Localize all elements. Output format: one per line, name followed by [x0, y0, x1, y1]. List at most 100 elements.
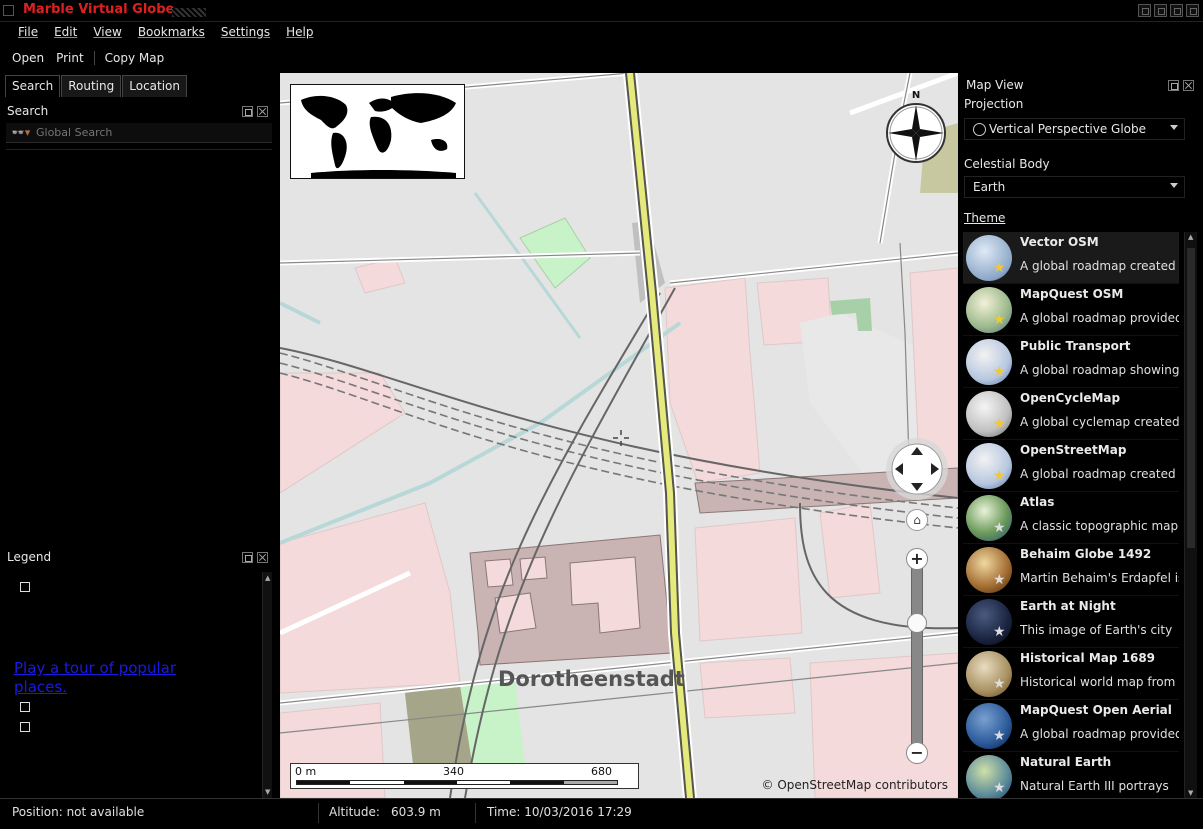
left-dock: Search Routing Location Search 👓▾ Legend… [0, 72, 278, 798]
zoom-in-button[interactable]: + [906, 548, 928, 570]
theme-name: Public Transport [1020, 339, 1131, 353]
theme-item[interactable]: ★ Historical Map 1689 Historical world map… [963, 648, 1179, 700]
open-button[interactable]: Open [6, 49, 50, 67]
zoom-out-button[interactable]: − [906, 742, 928, 764]
projection-value: Vertical Perspective Globe [989, 122, 1147, 136]
theme-item[interactable]: ★ OpenStreetMap A global roadmap created [963, 440, 1179, 492]
legend-checkbox[interactable] [20, 582, 30, 592]
restore-button[interactable] [1170, 4, 1183, 17]
map-view-dock: Map View Projection Vertical Perspective… [958, 72, 1203, 798]
tour-link[interactable]: Play a tour of popular places. [14, 659, 214, 697]
theme-description: A global roadmap provided [1020, 727, 1179, 741]
map-view-float-icon[interactable] [1168, 80, 1179, 91]
theme-label: Theme [964, 211, 1006, 225]
legend-float-icon[interactable] [242, 552, 253, 563]
search-input[interactable] [34, 124, 264, 141]
search-field[interactable]: 👓▾ [6, 123, 272, 143]
theme-item[interactable]: ★ Atlas A classic topographic map. [963, 492, 1179, 544]
theme-name: MapQuest Open Aerial [1020, 703, 1172, 717]
star-icon: ★ [993, 520, 1006, 536]
theme-description: Natural Earth III portrays [1020, 779, 1169, 793]
theme-name: MapQuest OSM [1020, 287, 1124, 301]
zoom-slider-track[interactable] [911, 568, 923, 748]
theme-scrollbar[interactable]: ▲ ▼ [1184, 232, 1197, 798]
menu-settings[interactable]: Settings [213, 22, 278, 46]
theme-name: Behaim Globe 1492 [1020, 547, 1152, 561]
home-button[interactable]: ⌂ [906, 509, 928, 531]
theme-description: This image of Earth's city [1020, 623, 1173, 637]
theme-item[interactable]: ★ Earth at Night This image of Earth's cit… [963, 596, 1179, 648]
theme-description: Martin Behaim's Erdapfel is [1020, 571, 1179, 585]
maximize-button[interactable] [1154, 4, 1167, 17]
menu-help[interactable]: Help [278, 22, 321, 46]
theme-item[interactable]: ★ Public Transport A global roadmap showin… [963, 336, 1179, 388]
print-button[interactable]: Print [50, 49, 90, 67]
crosshair-icon [611, 428, 631, 448]
tab-location[interactable]: Location [122, 75, 188, 97]
overview-map[interactable] [290, 84, 465, 179]
map-canvas[interactable]: N ⌂ + − Dorotheenstadt 0 m 340 680 © Ope… [280, 73, 958, 798]
menu-bookmarks[interactable]: Bookmarks [130, 22, 213, 46]
position-status: Position: not available [12, 805, 145, 819]
menu-file[interactable]: File [10, 22, 46, 46]
scale-label-0: 0 m [295, 765, 317, 778]
star-icon: ★ [993, 624, 1006, 640]
theme-item[interactable]: ★ Vector OSM A global roadmap created [963, 232, 1179, 284]
toolbar-separator [93, 51, 95, 65]
theme-item[interactable]: ★ OpenCycleMap A global cyclemap created [963, 388, 1179, 440]
map-view-close-icon[interactable] [1183, 80, 1194, 91]
time-status: Time: 10/03/2016 17:29 [487, 805, 632, 819]
window-menu-icon[interactable] [3, 5, 14, 16]
legend-dock-title: Legend [7, 550, 52, 564]
theme-description: A classic topographic map. [1020, 519, 1179, 533]
star-icon: ★ [993, 364, 1006, 380]
tab-search[interactable]: Search [5, 75, 61, 97]
celestial-body-label: Celestial Body [964, 157, 1050, 171]
status-separator [475, 803, 476, 823]
legend-scrollbar[interactable]: ▲ ▼ [262, 572, 272, 798]
window-title: Marble Virtual Globe [23, 2, 175, 17]
map-attribution: © OpenStreetMap contributors [761, 778, 948, 792]
legend-close-icon[interactable] [257, 552, 268, 563]
district-label: Dorotheenstadt [498, 667, 685, 691]
theme-name: OpenCycleMap [1020, 391, 1121, 405]
legend-panel: Play a tour of popular places. ▲ ▼ [6, 572, 272, 798]
binoculars-icon[interactable]: 👓▾ [11, 126, 30, 139]
theme-name: Vector OSM [1020, 235, 1099, 249]
star-icon: ★ [993, 260, 1006, 276]
scroll-thumb[interactable] [1187, 248, 1195, 548]
theme-description: A global roadmap created [1020, 467, 1176, 481]
map-view-title: Map View [966, 78, 1024, 92]
status-separator [318, 803, 319, 823]
theme-item[interactable]: ★ Behaim Globe 1492 Martin Behaim's Erdapf… [963, 544, 1179, 596]
theme-item[interactable]: ★ MapQuest OSM A global roadmap provided [963, 284, 1179, 336]
theme-item[interactable]: ★ Natural Earth Natural Earth III portrays [963, 752, 1179, 798]
compass-rose: N [884, 89, 948, 164]
menu-edit[interactable]: Edit [46, 22, 85, 46]
zoom-slider-handle[interactable] [907, 613, 927, 633]
scale-bar: 0 m 340 680 [290, 763, 639, 789]
scale-label-mid: 340 [443, 765, 464, 778]
copy-map-button[interactable]: Copy Map [99, 49, 171, 67]
left-tabs: Search Routing Location [5, 75, 188, 97]
globe-icon [973, 123, 986, 136]
home-icon: ⌂ [913, 513, 921, 527]
projection-select[interactable]: Vertical Perspective Globe [964, 118, 1185, 140]
celestial-body-select[interactable]: Earth [964, 176, 1185, 198]
close-button[interactable] [1186, 4, 1199, 17]
search-close-icon[interactable] [257, 106, 268, 117]
menu-bar: File Edit View Bookmarks Settings Help [0, 22, 1203, 46]
legend-checkbox[interactable] [20, 722, 30, 732]
search-float-icon[interactable] [242, 106, 253, 117]
main-toolbar: Open Print Copy Map [0, 46, 1203, 70]
scale-ruler [296, 780, 618, 785]
theme-item[interactable]: ★ MapQuest Open Aerial A global roadmap pr… [963, 700, 1179, 752]
tab-routing[interactable]: Routing [61, 75, 122, 97]
pan-control[interactable] [885, 437, 949, 501]
minimize-button[interactable] [1138, 4, 1151, 17]
star-icon: ★ [993, 468, 1006, 484]
search-dock-title: Search [7, 104, 49, 118]
search-results [6, 149, 272, 537]
menu-view[interactable]: View [85, 22, 129, 46]
legend-checkbox[interactable] [20, 702, 30, 712]
